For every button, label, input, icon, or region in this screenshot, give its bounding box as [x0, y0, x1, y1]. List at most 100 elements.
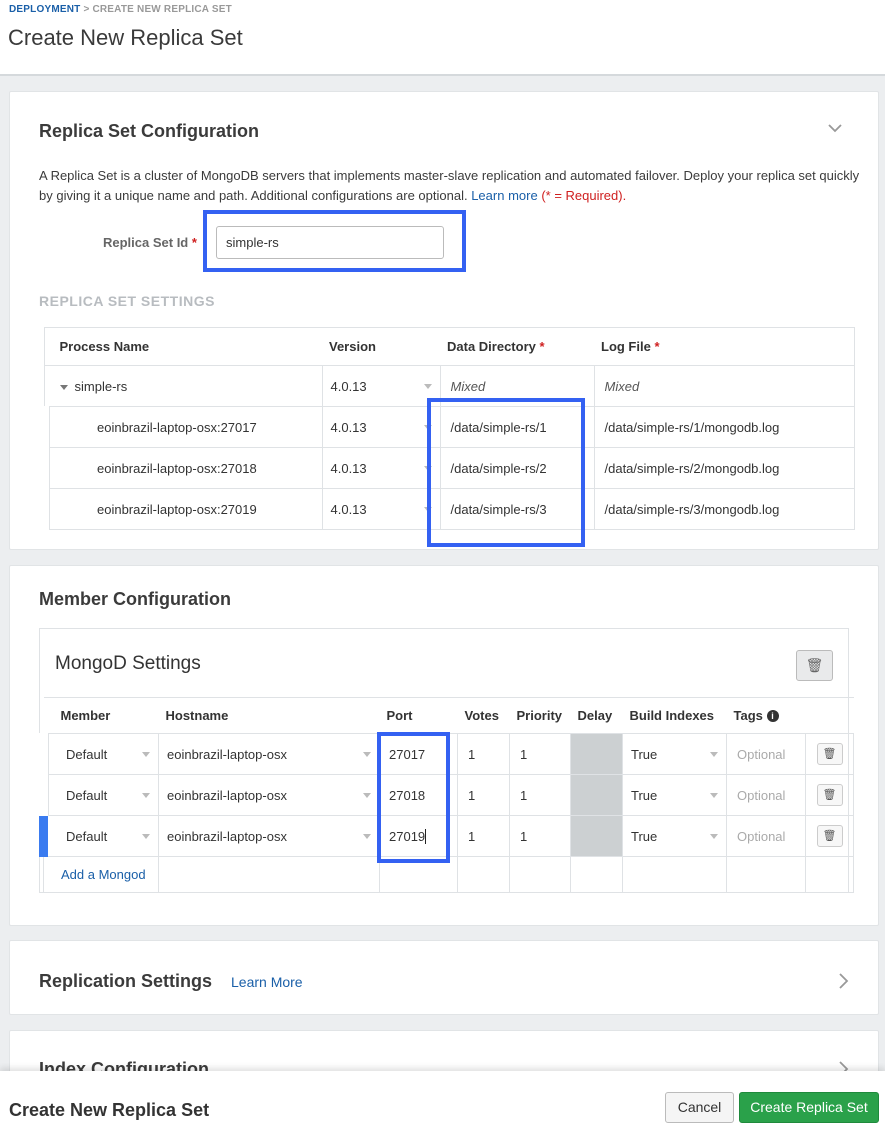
member-table: Member Hostname Port Votes Priority Dela… [39, 697, 854, 893]
col-delay: Delay [570, 697, 623, 734]
table-row: Default eoinbrazil-laptop-osx 27019 1 1 … [39, 815, 854, 857]
build-indexes-select[interactable]: True [622, 815, 727, 857]
version-select[interactable]: 4.0.13 [321, 406, 441, 448]
version-select[interactable]: 4.0.13 [321, 488, 441, 530]
empty-cell [158, 856, 380, 893]
tags-input[interactable]: Optional [726, 733, 806, 775]
chevron-down-icon [363, 752, 371, 757]
version-value: 4.0.13 [330, 460, 367, 476]
port-value: 27019 [389, 828, 426, 844]
col-data-directory-label: Data Directory [447, 339, 536, 354]
delete-member-button[interactable]: 🗑 [816, 743, 843, 765]
votes-input[interactable]: 1 [457, 815, 510, 857]
build-indexes-select[interactable]: True [622, 774, 727, 816]
port-input[interactable]: 27018 [379, 774, 458, 816]
collapse-triangle-icon[interactable] [59, 384, 68, 390]
group-logfile-cell[interactable]: Mixed [593, 365, 855, 407]
empty-cell [622, 856, 727, 893]
col-priority: Priority [509, 697, 571, 734]
row-actions-cell: 🗑 [805, 774, 854, 816]
required-star: * [654, 339, 660, 354]
add-mongod-cell: Add a Mongod [43, 856, 159, 893]
priority-input[interactable]: 1 [509, 774, 571, 816]
description-text: A Replica Set is a cluster of MongoDB se… [39, 168, 860, 203]
table-header-row: Process Name Version Data Directory * Lo… [43, 327, 855, 366]
col-hostname: Hostname [158, 697, 380, 734]
table-row: eoinbrazil-laptop-osx:27018 4.0.13 /data… [39, 447, 855, 489]
logfile-input[interactable]: /data/simple-rs/3/mongodb.log [593, 488, 855, 530]
col-data-directory: Data Directory * [440, 327, 594, 366]
group-datadir-cell[interactable]: Mixed [439, 365, 595, 407]
chevron-right-icon[interactable] [834, 972, 852, 990]
chevron-down-icon[interactable] [826, 119, 844, 137]
cancel-button[interactable]: Cancel [665, 1092, 734, 1123]
delay-input-disabled [570, 815, 623, 857]
breadcrumb-deployment-link[interactable]: DEPLOYMENT [9, 4, 80, 15]
version-select[interactable]: 4.0.13 [321, 447, 441, 489]
text-cursor [425, 828, 427, 844]
empty-cell [457, 856, 510, 893]
col-port: Port [379, 697, 458, 734]
table-row: simple-rs 4.0.13 Mixed Mixed [43, 365, 855, 407]
breadcrumb-separator: > [83, 4, 90, 15]
hostname-select[interactable]: eoinbrazil-laptop-osx [158, 774, 380, 816]
table-row: eoinbrazil-laptop-osx:27019 4.0.13 /data… [39, 488, 855, 530]
tags-input[interactable]: Optional [726, 774, 806, 816]
delay-input-disabled [570, 774, 623, 816]
col-tags-label: Tags [733, 708, 763, 723]
info-icon[interactable]: i [766, 710, 779, 722]
member-select[interactable]: Default [39, 815, 159, 857]
member-select[interactable]: Default [39, 733, 159, 775]
priority-input[interactable]: 1 [509, 733, 571, 775]
group-process-cell[interactable]: simple-rs [43, 365, 323, 407]
empty-cell [570, 856, 623, 893]
replica-set-id-input[interactable]: simple-rs [216, 226, 444, 259]
breadcrumb-current: CREATE NEW REPLICA SET [92, 4, 232, 15]
empty-cell [509, 856, 571, 893]
version-select[interactable]: 4.0.13 [321, 365, 441, 407]
member-select[interactable]: Default [39, 774, 159, 816]
datadir-input[interactable]: /data/simple-rs/2 [439, 447, 595, 489]
delete-member-button[interactable]: 🗑 [816, 784, 843, 806]
member-value: Default [66, 828, 108, 844]
priority-input[interactable]: 1 [509, 815, 571, 857]
chevron-down-icon [710, 752, 718, 757]
version-value: 4.0.13 [330, 501, 367, 517]
col-version: Version [322, 327, 440, 366]
col-process-name: Process Name [43, 327, 322, 366]
learn-more-link[interactable]: Learn more [471, 188, 537, 203]
delete-member-button[interactable]: 🗑 [816, 825, 843, 847]
port-input-active[interactable]: 27019 [379, 815, 458, 857]
col-member: Member [43, 697, 159, 734]
chevron-down-icon [423, 384, 432, 389]
required-star: * [539, 339, 545, 354]
hostname-select[interactable]: eoinbrazil-laptop-osx [158, 733, 380, 775]
delete-all-button[interactable]: 🗑 [796, 650, 833, 681]
votes-input[interactable]: 1 [457, 733, 510, 775]
datadir-input[interactable]: /data/simple-rs/3 [439, 488, 595, 530]
table-row: eoinbrazil-laptop-osx:27017 4.0.13 /data… [39, 406, 855, 448]
replica-set-settings-heading: REPLICA SET SETTINGS [39, 293, 215, 309]
votes-input[interactable]: 1 [457, 774, 510, 816]
create-replica-set-button[interactable]: Create Replica Set [739, 1092, 879, 1123]
replica-config-description: A Replica Set is a cluster of MongoDB se… [39, 166, 869, 206]
build-indexes-select[interactable]: True [622, 733, 727, 775]
hostname-select[interactable]: eoinbrazil-laptop-osx [158, 815, 380, 857]
col-tags: Tags i [726, 697, 806, 734]
replica-set-id-label-text: Replica Set Id [103, 235, 189, 250]
logfile-input[interactable]: /data/simple-rs/2/mongodb.log [593, 447, 855, 489]
logfile-input[interactable]: /data/simple-rs/1/mongodb.log [593, 406, 855, 448]
datadir-input[interactable]: /data/simple-rs/1 [439, 406, 595, 448]
chevron-down-icon [142, 834, 150, 839]
replication-learn-more-link[interactable]: Learn More [231, 974, 303, 990]
build-indexes-value: True [631, 787, 658, 803]
port-input[interactable]: 27017 [379, 733, 458, 775]
build-indexes-value: True [631, 828, 658, 844]
replication-settings-title[interactable]: Replication Settings [39, 971, 212, 992]
add-mongod-link[interactable]: Add a Mongod [61, 867, 146, 882]
delay-input-disabled [570, 733, 623, 775]
tags-input[interactable]: Optional [726, 815, 806, 857]
version-value: 4.0.13 [330, 378, 367, 394]
version-value: 4.0.13 [330, 419, 367, 435]
hostname-value: eoinbrazil-laptop-osx [167, 746, 287, 762]
